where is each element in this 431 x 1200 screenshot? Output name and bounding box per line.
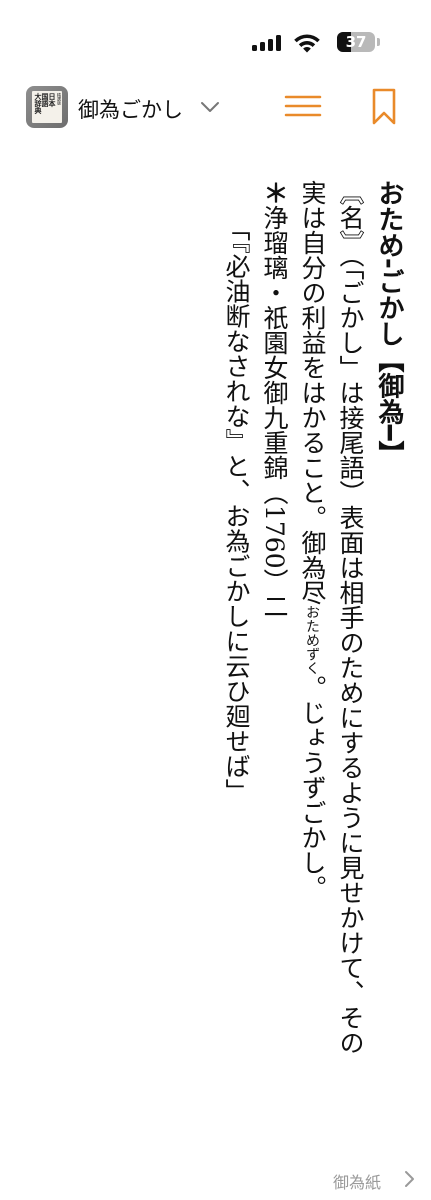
app-icon-text: 大辞典 bbox=[34, 93, 43, 114]
quote-marker: ＊ bbox=[260, 180, 289, 205]
dictionary-entry: おため‐ごかし【御為━】 〘名〙（「ごかし」は接尾語）表面は相手のためにするよう… bbox=[217, 180, 409, 1060]
app-icon-text: 精選版 bbox=[57, 93, 62, 105]
app-icon-text: 国語 bbox=[41, 93, 50, 107]
dictionary-app-icon[interactable]: 精選版 日本 国語 大辞典 bbox=[26, 86, 68, 128]
headword: おため‐ごかし【御為━】 bbox=[374, 180, 404, 467]
wifi-icon bbox=[294, 34, 320, 53]
page-title[interactable]: 御為ごかし bbox=[78, 94, 183, 124]
chevron-right-icon[interactable] bbox=[403, 1170, 415, 1188]
chevron-down-icon[interactable] bbox=[200, 100, 220, 114]
next-entry-link[interactable]: 御為紙 bbox=[333, 1169, 381, 1193]
app-icon-text: 日本 bbox=[48, 93, 57, 107]
quote-source: ＊浄瑠璃・祇園女御九重錦（1760）二 bbox=[255, 180, 293, 1060]
battery-tip bbox=[377, 38, 380, 46]
signal-icon bbox=[252, 35, 284, 51]
battery-icon: 37 bbox=[337, 32, 375, 52]
quote-source-text: 浄瑠璃・祇園女御九重錦（1760）二 bbox=[260, 205, 289, 619]
battery-level-text: 37 bbox=[345, 33, 367, 51]
menu-icon[interactable] bbox=[283, 93, 323, 119]
quote-text: 「『必油断なされな』と、お為ごかしに云ひ廻せば」 bbox=[222, 216, 251, 804]
definition: 〘名〙（「ごかし」は接尾語）表面は相手のためにするように見せかけて、その実は自分… bbox=[293, 180, 369, 1060]
bookmark-icon[interactable] bbox=[371, 88, 397, 126]
definition-term: 御為尽 bbox=[298, 530, 327, 605]
ruby-reading: おためずく bbox=[304, 605, 320, 675]
status-bar: 37 bbox=[0, 0, 431, 80]
definition-tail: 。じょうずごかし。 bbox=[298, 675, 327, 900]
